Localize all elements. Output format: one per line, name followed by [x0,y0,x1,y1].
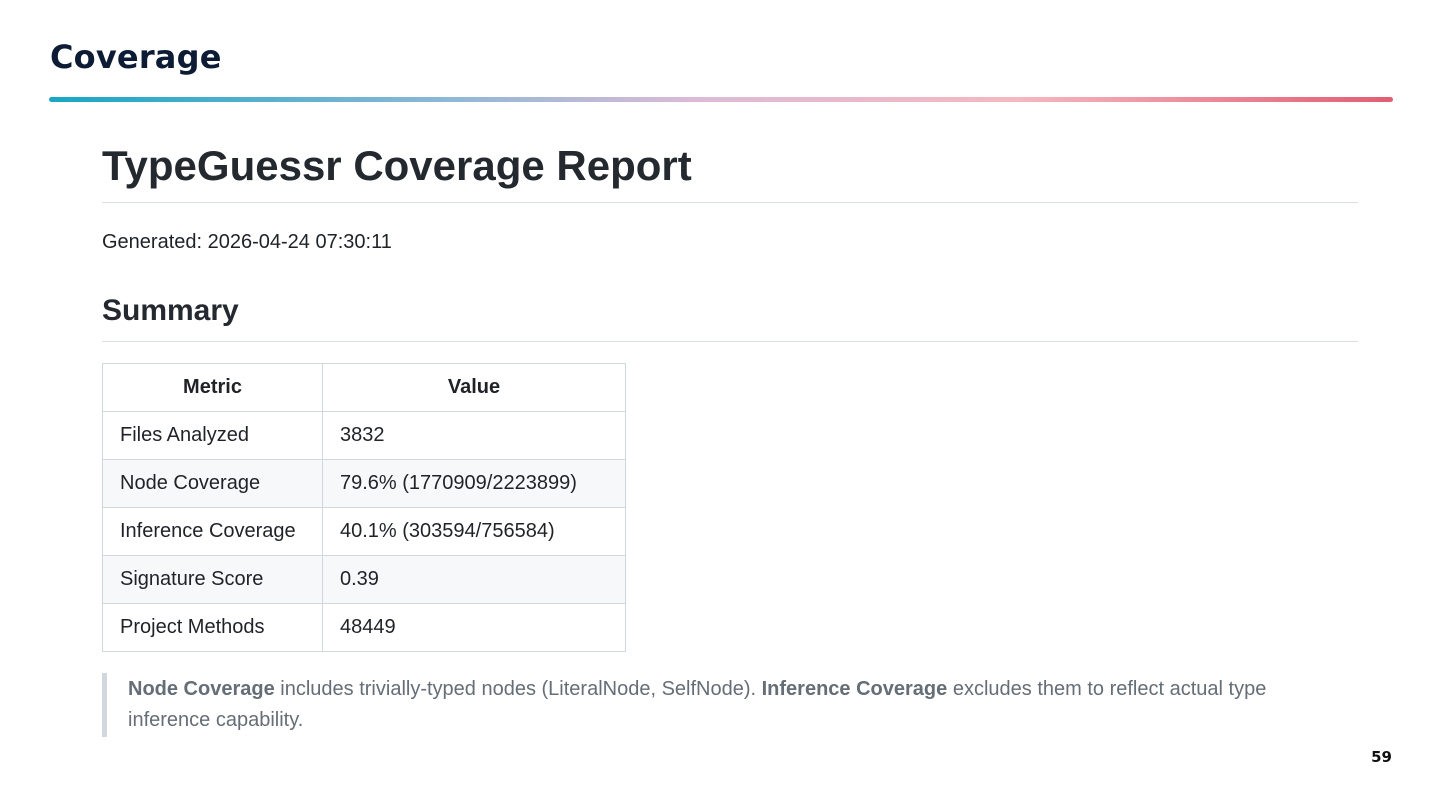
coverage-note-blockquote: Node Coverage includes trivially-typed n… [102,673,1353,737]
table-row: Inference Coverage 40.1% (303594/756584) [102,507,626,556]
metric-cell: Signature Score [102,555,323,604]
table-header-row: Metric Value [102,363,626,412]
value-cell: 0.39 [322,555,626,604]
metric-cell: Node Coverage [102,459,323,508]
report-content: TypeGuessr Coverage Report Generated: 20… [102,140,1358,737]
page-number: 59 [1371,748,1392,766]
column-header-value: Value [322,363,626,412]
table-row: Files Analyzed 3832 [102,411,626,460]
summary-table: Metric Value Files Analyzed 3832 Node Co… [102,363,626,652]
note-text-1: includes trivially-typed nodes (LiteralN… [274,678,762,700]
summary-heading: Summary [102,293,1358,342]
column-header-metric: Metric [102,363,323,412]
table-row: Project Methods 48449 [102,603,626,652]
metric-cell: Files Analyzed [102,411,323,460]
report-title: TypeGuessr Coverage Report [102,140,1358,203]
metric-cell: Project Methods [102,603,323,652]
title-gradient-rule [49,97,1393,102]
metric-cell: Inference Coverage [102,507,323,556]
table-row: Signature Score 0.39 [102,555,626,604]
value-cell: 48449 [322,603,626,652]
table-row: Node Coverage 79.6% (1770909/2223899) [102,459,626,508]
value-cell: 3832 [322,411,626,460]
slide-title: Coverage [50,38,222,76]
value-cell: 40.1% (303594/756584) [322,507,626,556]
note-term-node-coverage: Node Coverage [128,678,275,700]
value-cell: 79.6% (1770909/2223899) [322,459,626,508]
generated-timestamp: Generated: 2026-04-24 07:30:11 [102,231,392,253]
note-term-inference-coverage: Inference Coverage [761,678,948,700]
